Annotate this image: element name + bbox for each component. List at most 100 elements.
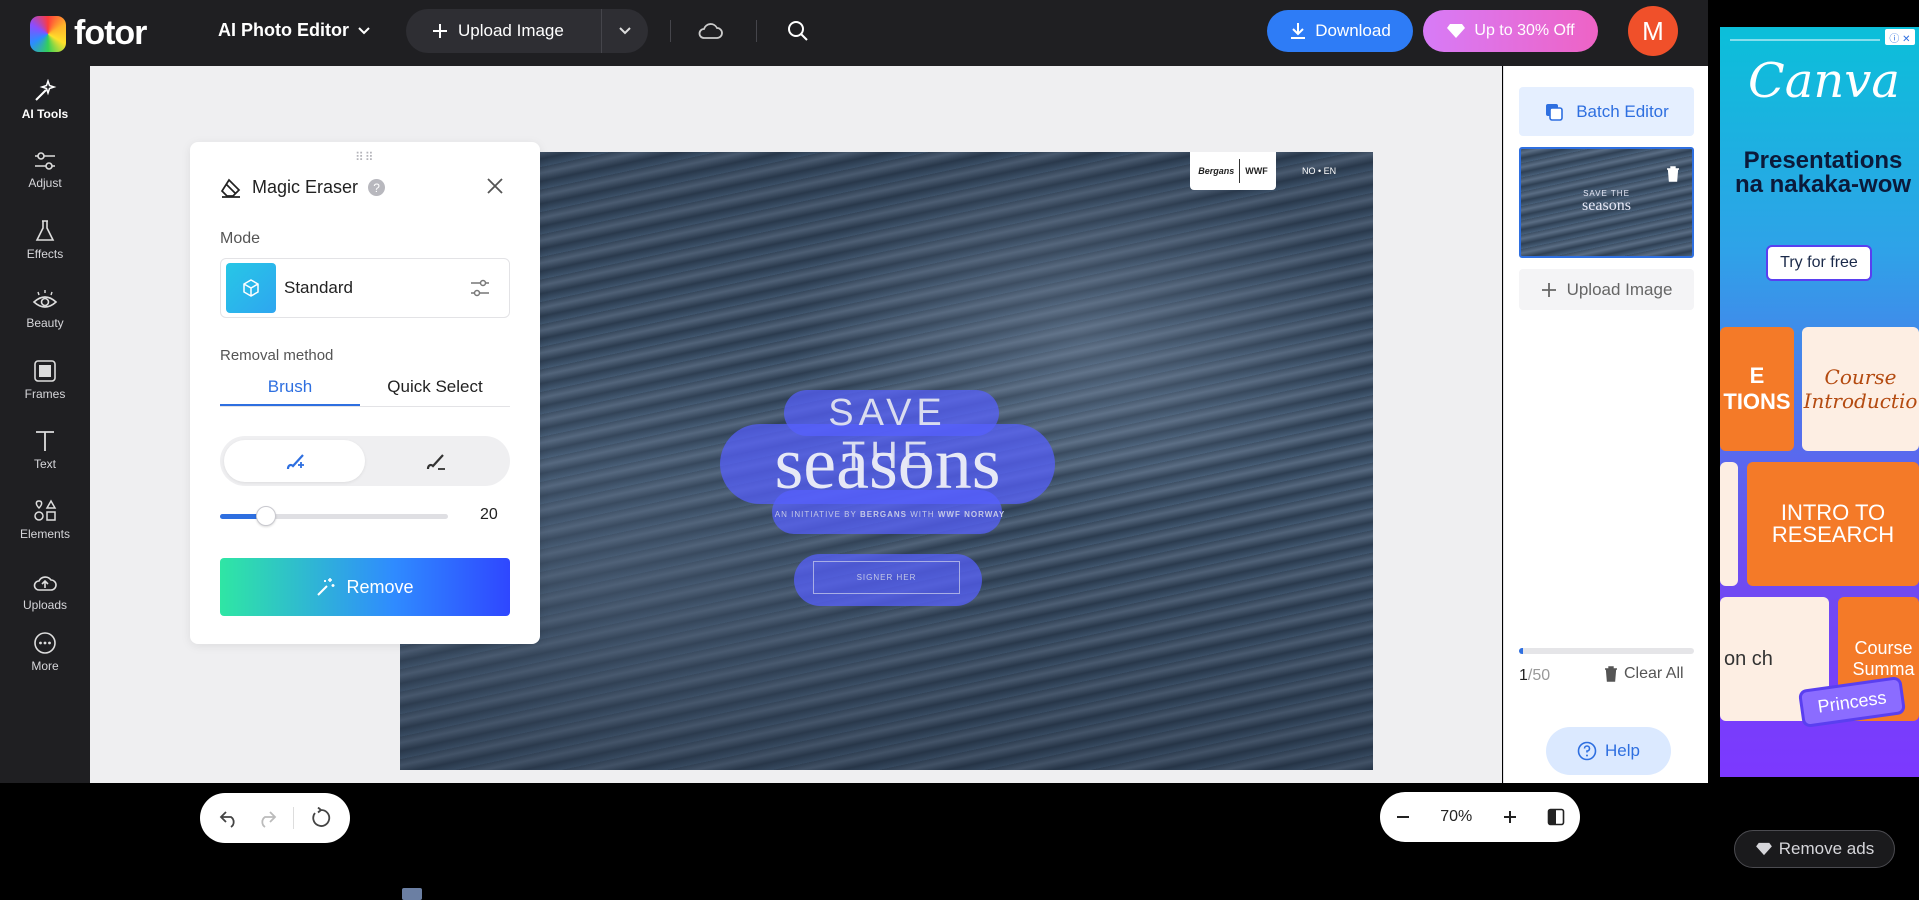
logo-mark-icon [30, 15, 66, 52]
download-button[interactable]: Download [1267, 10, 1413, 52]
close-panel-button[interactable] [483, 174, 507, 198]
progress-fill [1519, 648, 1523, 654]
erase-brush-option[interactable] [365, 440, 506, 482]
nav-text[interactable]: Text [0, 420, 90, 480]
zoom-controls: 70% [1380, 792, 1580, 842]
advertisement[interactable]: ⓘ ✕ Canva Presentations na nakaka-wow Tr… [1720, 27, 1919, 777]
nav-label: Beauty [26, 316, 64, 330]
cloud-icon[interactable] [696, 17, 724, 45]
zoom-level[interactable]: 70% [1440, 808, 1472, 826]
undo-icon[interactable] [218, 808, 240, 828]
canvas-text-seasons: seasons [774, 423, 1001, 505]
tab-quick-select[interactable]: Quick Select [360, 369, 510, 406]
ad-progress [1730, 39, 1880, 41]
diamond-icon [1447, 24, 1466, 38]
remove-button[interactable]: Remove [220, 558, 510, 616]
removal-method-tabs: Brush Quick Select [220, 369, 510, 407]
ad-cta-button[interactable]: Try for free [1766, 245, 1872, 281]
remove-ads-button[interactable]: Remove ads [1734, 830, 1895, 868]
trash-icon[interactable] [1664, 165, 1682, 183]
clear-all-button[interactable]: Clear All [1604, 665, 1684, 683]
nav-label: Uploads [22, 598, 68, 612]
text-icon [36, 431, 54, 451]
ad-card-2-line2: Introductio [1803, 389, 1918, 413]
fotor-logo[interactable]: fotor [30, 14, 147, 53]
help-label: Help [1605, 741, 1640, 760]
shapes-icon [34, 499, 57, 521]
settings-sliders-icon[interactable] [467, 275, 493, 301]
slider-thumb[interactable] [255, 506, 276, 526]
editor-workspace: Bergans WWF NO • EN SAVE THE seasons AN … [90, 66, 1592, 843]
add-brush-option[interactable] [224, 440, 365, 482]
nav-label: Effects [26, 247, 64, 261]
reset-icon[interactable] [310, 807, 332, 829]
ad-info-icon[interactable]: ⓘ ✕ [1885, 29, 1915, 45]
ad-card-3: INTRO TO RESEARCH [1747, 462, 1919, 586]
batch-editor-label: Batch Editor [1576, 101, 1669, 121]
history-controls [200, 793, 350, 843]
mode-label: Mode [220, 230, 261, 247]
nav-ai-tools[interactable]: AI Tools [0, 70, 90, 130]
nav-label: AI Tools [21, 107, 69, 121]
mode-value: Standard [284, 278, 353, 297]
help-question-icon[interactable]: ? [368, 179, 386, 196]
badge-divider [1239, 159, 1241, 183]
clear-all-label: Clear All [1624, 665, 1684, 682]
brush-size-value: 20 [480, 506, 498, 523]
right-panel: Batch Editor SAVE THE seasons Upload Ima… [1503, 66, 1708, 783]
brush-plus-icon [286, 454, 304, 470]
batch-editor-button[interactable]: Batch Editor [1519, 87, 1694, 136]
upload-image-button[interactable]: Upload Image [406, 9, 602, 53]
removal-method-label: Removal method [220, 347, 334, 364]
nav-more[interactable]: More [0, 622, 90, 682]
remove-label: Remove [346, 576, 414, 597]
sparkle-wand-icon [35, 79, 57, 101]
batch-icon [1546, 103, 1563, 121]
ad-card-sliver [1720, 462, 1738, 586]
cloud-upload-icon [33, 576, 57, 591]
nav-elements[interactable]: Elements [0, 490, 90, 550]
plus-icon [1541, 282, 1556, 297]
brush-minus-icon [426, 454, 445, 470]
nav-uploads[interactable]: Uploads [0, 562, 90, 622]
taskbar-app-icon[interactable] [402, 888, 422, 900]
nav-label: More [31, 659, 59, 673]
nav-beauty[interactable]: Beauty [0, 280, 90, 340]
image-thumbnail[interactable]: SAVE THE seasons [1519, 147, 1694, 258]
user-avatar[interactable]: M [1628, 6, 1678, 56]
side-upload-image-button[interactable]: Upload Image [1519, 269, 1694, 310]
nav-label: Frames [24, 387, 66, 401]
app-menu-dropdown[interactable]: AI Photo Editor [218, 20, 371, 41]
eye-icon [32, 290, 58, 308]
image-canvas[interactable]: Bergans WWF NO • EN SAVE THE seasons AN … [400, 152, 1373, 770]
nav-effects[interactable]: Effects [0, 210, 90, 270]
mode-selector[interactable]: Standard [220, 258, 510, 318]
divider [293, 807, 295, 829]
brush-size-slider[interactable] [220, 506, 448, 526]
drag-handle[interactable]: ⠿⠿ [355, 150, 375, 164]
panel-header: Magic Eraser ? [220, 177, 386, 198]
divider [756, 20, 757, 42]
upload-image-group: Upload Image [406, 9, 648, 53]
ad-card-2-line1: Course [1824, 365, 1897, 389]
promo-label: Up to 30% Off [1474, 22, 1575, 39]
ad-headline: Presentations na nakaka-wow [1734, 147, 1912, 198]
ad-card-1: E TIONS [1720, 327, 1794, 451]
zoom-out-icon[interactable] [1395, 809, 1411, 825]
download-label: Download [1315, 21, 1391, 40]
zoom-in-icon[interactable] [1502, 809, 1518, 825]
logo-text: fotor [74, 14, 147, 52]
download-icon [1291, 23, 1306, 39]
promo-button[interactable]: Up to 30% Off [1423, 10, 1598, 52]
help-button[interactable]: Help [1546, 727, 1671, 775]
tab-brush[interactable]: Brush [220, 369, 360, 406]
nav-frames[interactable]: Frames [0, 350, 90, 410]
nav-adjust[interactable]: Adjust [0, 140, 90, 200]
app-root: fotor AI Photo Editor Upload Image Downl… [0, 0, 1919, 900]
nav-label: Text [33, 457, 56, 471]
search-icon[interactable] [784, 17, 812, 45]
redo-icon[interactable] [256, 808, 278, 828]
chevron-down-icon [619, 27, 631, 35]
upload-options-button[interactable] [602, 9, 648, 53]
compare-icon[interactable] [1547, 808, 1565, 826]
